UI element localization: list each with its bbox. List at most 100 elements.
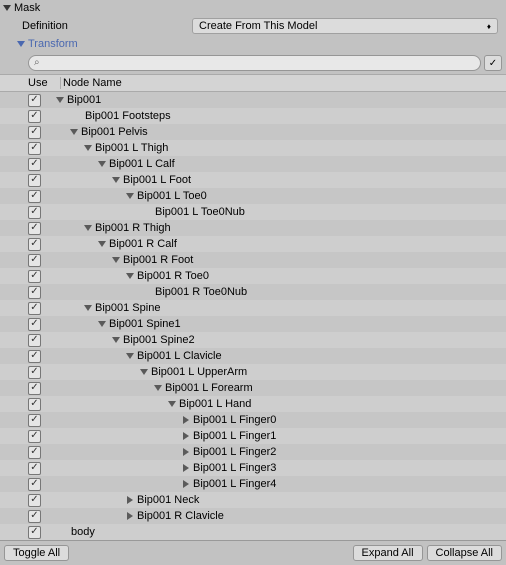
foldout-icon: [17, 41, 25, 47]
foldout-icon[interactable]: [154, 385, 162, 391]
tree-row[interactable]: body: [0, 524, 506, 540]
use-checkbox[interactable]: [28, 430, 41, 443]
node-label: Bip001 L Clavicle: [137, 350, 222, 362]
use-checkbox[interactable]: [28, 318, 41, 331]
use-checkbox[interactable]: [28, 334, 41, 347]
use-checkbox[interactable]: [28, 206, 41, 219]
use-checkbox[interactable]: [28, 270, 41, 283]
foldout-icon[interactable]: [183, 448, 189, 456]
check-icon: ✓: [489, 58, 497, 69]
foldout-icon[interactable]: [98, 161, 106, 167]
tree-row[interactable]: Bip001 L Foot: [0, 172, 506, 188]
definition-dropdown[interactable]: Create From This Model ♦: [192, 18, 498, 34]
use-checkbox[interactable]: [28, 302, 41, 315]
use-checkbox[interactable]: [28, 238, 41, 251]
tree-row[interactable]: Bip001 L Toe0: [0, 188, 506, 204]
use-checkbox[interactable]: [28, 142, 41, 155]
use-checkbox[interactable]: [28, 446, 41, 459]
foldout-icon[interactable]: [98, 321, 106, 327]
use-checkbox[interactable]: [28, 350, 41, 363]
foldout-icon[interactable]: [56, 97, 64, 103]
confirm-button[interactable]: ✓: [484, 55, 502, 71]
tree-row[interactable]: Bip001 Footsteps: [0, 108, 506, 124]
tree-row[interactable]: Bip001: [0, 92, 506, 108]
node-label: Bip001 R Calf: [109, 238, 177, 250]
node-label: Bip001 R Toe0: [137, 270, 209, 282]
node-label: Bip001 L Forearm: [165, 382, 253, 394]
foldout-icon[interactable]: [112, 337, 120, 343]
node-label: Bip001 L Calf: [109, 158, 175, 170]
use-checkbox[interactable]: [28, 254, 41, 267]
tree-row[interactable]: Bip001 Spine: [0, 300, 506, 316]
use-checkbox[interactable]: [28, 414, 41, 427]
foldout-icon[interactable]: [183, 416, 189, 424]
use-checkbox[interactable]: [28, 382, 41, 395]
foldout-icon[interactable]: [112, 257, 120, 263]
tree-row[interactable]: Bip001 R Foot: [0, 252, 506, 268]
tree-row[interactable]: Bip001 L Finger3: [0, 460, 506, 476]
node-label: Bip001 R Foot: [123, 254, 193, 266]
use-checkbox[interactable]: [28, 158, 41, 171]
use-checkbox[interactable]: [28, 174, 41, 187]
mask-section-header[interactable]: Mask: [0, 0, 506, 16]
mask-title: Mask: [14, 2, 40, 14]
tree-row[interactable]: Bip001 L Finger2: [0, 444, 506, 460]
tree-row[interactable]: Bip001 L Finger4: [0, 476, 506, 492]
foldout-icon[interactable]: [168, 401, 176, 407]
search-icon: ⌕: [34, 57, 40, 68]
tree-row[interactable]: Bip001 R Thigh: [0, 220, 506, 236]
foldout-icon[interactable]: [140, 369, 148, 375]
node-label: Bip001 L Finger3: [193, 462, 276, 474]
foldout-icon[interactable]: [112, 177, 120, 183]
foldout-icon[interactable]: [84, 225, 92, 231]
foldout-icon[interactable]: [126, 353, 134, 359]
use-checkbox[interactable]: [28, 94, 41, 107]
foldout-icon[interactable]: [98, 241, 106, 247]
tree-row[interactable]: Bip001 R Toe0Nub: [0, 284, 506, 300]
dropdown-arrow-icon: ♦: [487, 22, 491, 31]
use-checkbox[interactable]: [28, 110, 41, 123]
tree-row[interactable]: Bip001 L Hand: [0, 396, 506, 412]
node-label: Bip001 L Toe0Nub: [155, 206, 245, 218]
node-label: Bip001 R Thigh: [95, 222, 171, 234]
tree-row[interactable]: Bip001 L Finger0: [0, 412, 506, 428]
tree-row[interactable]: Bip001 R Clavicle: [0, 508, 506, 524]
foldout-icon[interactable]: [126, 193, 134, 199]
use-checkbox[interactable]: [28, 526, 41, 539]
tree-row[interactable]: Bip001 R Calf: [0, 236, 506, 252]
foldout-icon[interactable]: [70, 129, 78, 135]
tree-row[interactable]: Bip001 L Finger1: [0, 428, 506, 444]
tree-row[interactable]: Bip001 L Clavicle: [0, 348, 506, 364]
foldout-icon[interactable]: [126, 273, 134, 279]
use-checkbox[interactable]: [28, 398, 41, 411]
use-checkbox[interactable]: [28, 222, 41, 235]
tree-row[interactable]: Bip001 L Forearm: [0, 380, 506, 396]
foldout-icon[interactable]: [183, 432, 189, 440]
tree-row[interactable]: Bip001 L Calf: [0, 156, 506, 172]
definition-label: Definition: [22, 20, 192, 32]
tree-row[interactable]: Bip001 Spine1: [0, 316, 506, 332]
tree-row[interactable]: Bip001 L UpperArm: [0, 364, 506, 380]
search-input[interactable]: ⌕: [28, 55, 481, 71]
foldout-icon[interactable]: [127, 496, 133, 504]
use-checkbox[interactable]: [28, 190, 41, 203]
tree-row[interactable]: Bip001 Neck: [0, 492, 506, 508]
transform-section-header[interactable]: Transform: [0, 36, 506, 52]
tree-row[interactable]: Bip001 L Toe0Nub: [0, 204, 506, 220]
foldout-icon[interactable]: [183, 464, 189, 472]
tree-row[interactable]: Bip001 R Toe0: [0, 268, 506, 284]
use-checkbox[interactable]: [28, 494, 41, 507]
tree-row[interactable]: Bip001 Pelvis: [0, 124, 506, 140]
use-checkbox[interactable]: [28, 366, 41, 379]
use-checkbox[interactable]: [28, 510, 41, 523]
tree-row[interactable]: Bip001 Spine2: [0, 332, 506, 348]
foldout-icon[interactable]: [183, 480, 189, 488]
tree-row[interactable]: Bip001 L Thigh: [0, 140, 506, 156]
use-checkbox[interactable]: [28, 126, 41, 139]
use-checkbox[interactable]: [28, 478, 41, 491]
use-checkbox[interactable]: [28, 286, 41, 299]
foldout-icon[interactable]: [127, 512, 133, 520]
foldout-icon[interactable]: [84, 305, 92, 311]
use-checkbox[interactable]: [28, 462, 41, 475]
foldout-icon[interactable]: [84, 145, 92, 151]
